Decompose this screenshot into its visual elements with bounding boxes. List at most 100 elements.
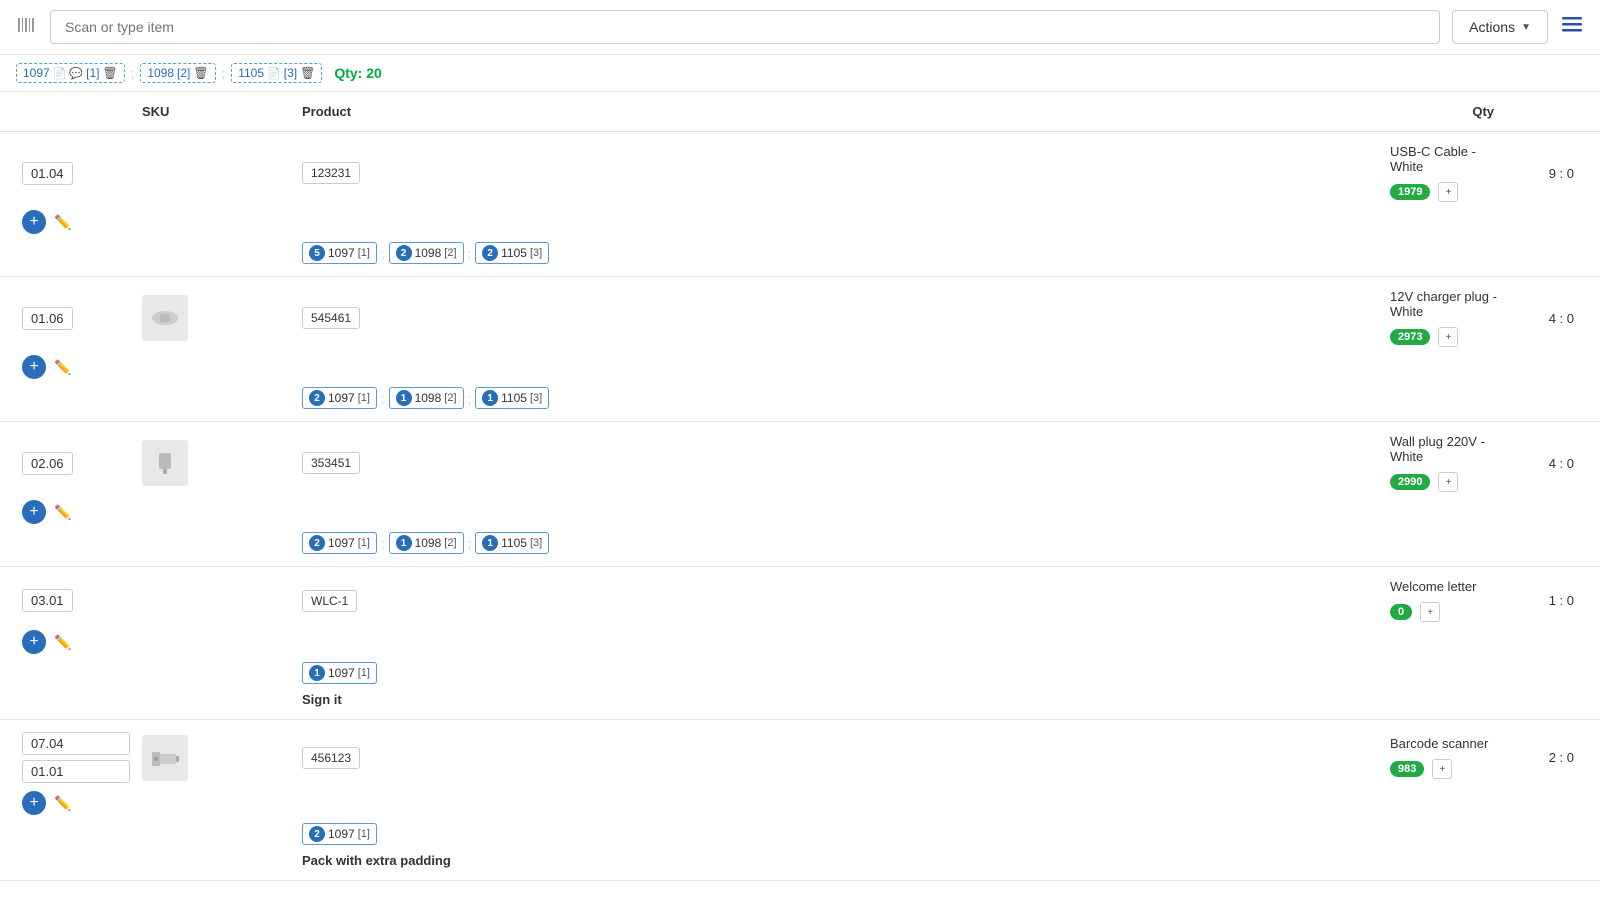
filter-tag-1097-link[interactable]: 1097 <box>23 66 50 80</box>
action-cell-3: + ✏️ <box>16 496 136 528</box>
location-cell-3: 02.06 <box>16 448 136 479</box>
order-id: 1105 <box>501 246 527 260</box>
product-cell-1: USB-C Cable - White 1979 + <box>1384 140 1504 206</box>
tag-sep2: ; <box>468 536 472 551</box>
edit-button-4[interactable]: ✏️ <box>54 634 71 651</box>
product-code-5: 983 <box>1390 761 1424 777</box>
product-row-3: 02.06 353451 Wall plug 220V - White 2990… <box>0 422 1600 567</box>
order-count-badge: 1 <box>396 535 412 551</box>
delete-icon-1098[interactable]: 🗑 <box>193 66 208 80</box>
hamburger-icon[interactable] <box>1560 12 1584 42</box>
order-tag-1097-row3[interactable]: 2 1097 [1] <box>302 532 377 554</box>
location-cell-1: 01.04 <box>16 158 136 189</box>
document-icon: 📄 <box>53 67 67 80</box>
order-tag-1097-row4[interactable]: 1 1097 [1] <box>302 662 377 684</box>
product-cell-4: Welcome letter 0 + <box>1384 575 1504 626</box>
qty-cell-1: 9 : 0 <box>1504 162 1584 185</box>
product-cell-3: Wall plug 220V - White 2990 + <box>1384 430 1504 496</box>
order-tags-row-5: 2 1097 [1] <box>16 819 1584 849</box>
order-count-badge: 5 <box>309 245 325 261</box>
order-id: 1098 <box>415 536 442 550</box>
order-tag-1105-row1[interactable]: 2 1105 [3] <box>475 242 549 264</box>
order-tag-1097-row2[interactable]: 2 1097 [1] <box>302 387 377 409</box>
info-icon-5[interactable]: + <box>1432 759 1452 779</box>
order-bracket: [1] <box>358 392 370 404</box>
filter-tag-1105-link[interactable]: 1105 <box>238 66 264 80</box>
action-cell-1: + ✏️ <box>16 206 136 238</box>
action-cell-2: + ✏️ <box>16 351 136 383</box>
delete-icon-1105[interactable]: 🗑 <box>300 66 315 80</box>
edit-button-5[interactable]: ✏️ <box>54 795 71 812</box>
separator: ; <box>131 66 135 81</box>
actions-label: Actions <box>1469 19 1515 35</box>
product-name-1: USB-C Cable - White <box>1390 144 1498 174</box>
order-bracket: [3] <box>530 247 542 259</box>
sku-badge-2: 545461 <box>302 307 360 329</box>
edit-button-3[interactable]: ✏️ <box>54 504 71 521</box>
order-bracket: [1] <box>358 828 370 840</box>
order-tag-1097-row1[interactable]: 5 1097 [1] <box>302 242 377 264</box>
edit-button-2[interactable]: ✏️ <box>54 359 71 376</box>
order-id: 1097 <box>328 391 355 405</box>
info-icon-3[interactable]: + <box>1438 472 1458 492</box>
add-button-4[interactable]: + <box>22 630 46 654</box>
filter-tag-1098[interactable]: 1098 [2] 🗑 <box>140 63 215 83</box>
product-code-1: 1979 <box>1390 184 1430 200</box>
filter-bar: 1097 📄 💬 [1] 🗑 ; 1098 [2] 🗑 ; 1105 📄 [3]… <box>0 55 1600 92</box>
add-button-2[interactable]: + <box>22 355 46 379</box>
order-count-badge: 1 <box>482 535 498 551</box>
action-cell-4: + ✏️ <box>16 626 136 658</box>
order-tag-1105-row3[interactable]: 1 1105 [3] <box>475 532 549 554</box>
tag-sep2: ; <box>468 391 472 406</box>
order-tag-1098-row2[interactable]: 1 1098 [2] <box>389 387 464 409</box>
tag-sep: ; <box>381 391 385 406</box>
sku-cell-5: 456123 <box>296 743 1384 773</box>
delete-icon[interactable]: 🗑 <box>102 66 117 80</box>
sku-badge-4: WLC-1 <box>302 590 357 612</box>
actions-button[interactable]: Actions ▼ <box>1452 10 1548 44</box>
product-image-3 <box>142 440 188 486</box>
order-tag-1105-row2[interactable]: 1 1105 [3] <box>475 387 549 409</box>
order-tag-1097-row5[interactable]: 2 1097 [1] <box>302 823 377 845</box>
filter-tag-1098-link[interactable]: 1098 <box>147 66 174 80</box>
location-cell-4: 03.01 <box>16 585 136 616</box>
info-icon-4[interactable]: + <box>1420 602 1440 622</box>
sku-cell-2: 545461 <box>296 303 1384 333</box>
filter-tag-1105-count: [3] <box>284 66 297 80</box>
product-row-1: 01.04 123231 USB-C Cable - White 1979 + … <box>0 132 1600 277</box>
order-count-badge: 1 <box>482 390 498 406</box>
header-sku: SKU <box>136 100 296 123</box>
sku-badge-5: 456123 <box>302 747 360 769</box>
top-bar: Actions ▼ <box>0 0 1600 55</box>
order-count-badge: 1 <box>309 665 325 681</box>
order-bracket: [3] <box>530 537 542 549</box>
tag-sep: ; <box>381 536 385 551</box>
qty-label: Qty: 20 <box>334 65 381 81</box>
product-name-4: Welcome letter <box>1390 579 1476 594</box>
add-button-3[interactable]: + <box>22 500 46 524</box>
order-bracket: [1] <box>358 537 370 549</box>
product-image-5 <box>142 735 188 781</box>
filter-tag-1105[interactable]: 1105 📄 [3] 🗑 <box>231 63 322 83</box>
product-code-4: 0 <box>1390 604 1412 620</box>
add-button-5[interactable]: + <box>22 791 46 815</box>
order-bracket: [1] <box>358 247 370 259</box>
info-icon-1[interactable]: + <box>1438 182 1458 202</box>
product-row-4: 03.01 WLC-1 Welcome letter 0 + 1 : 0 + ✏… <box>0 567 1600 720</box>
filter-tag-1098-count: [2] <box>177 66 190 80</box>
tag-sep: ; <box>381 246 385 261</box>
info-icon-2[interactable]: + <box>1438 327 1458 347</box>
chevron-down-icon: ▼ <box>1521 22 1531 33</box>
order-tag-1098-row1[interactable]: 2 1098 [2] <box>389 242 464 264</box>
filter-tag-1097[interactable]: 1097 📄 💬 [1] 🗑 <box>16 63 125 83</box>
edit-button-1[interactable]: ✏️ <box>54 214 71 231</box>
order-id: 1097 <box>328 827 355 841</box>
scan-input[interactable] <box>50 10 1440 44</box>
product-code-3: 2990 <box>1390 474 1430 490</box>
header-location <box>16 100 136 123</box>
location-badge-2: 01.06 <box>22 307 73 330</box>
sku-badge-1: 123231 <box>302 162 360 184</box>
add-button-1[interactable]: + <box>22 210 46 234</box>
image-cell-2 <box>136 291 296 345</box>
order-tag-1098-row3[interactable]: 1 1098 [2] <box>389 532 464 554</box>
